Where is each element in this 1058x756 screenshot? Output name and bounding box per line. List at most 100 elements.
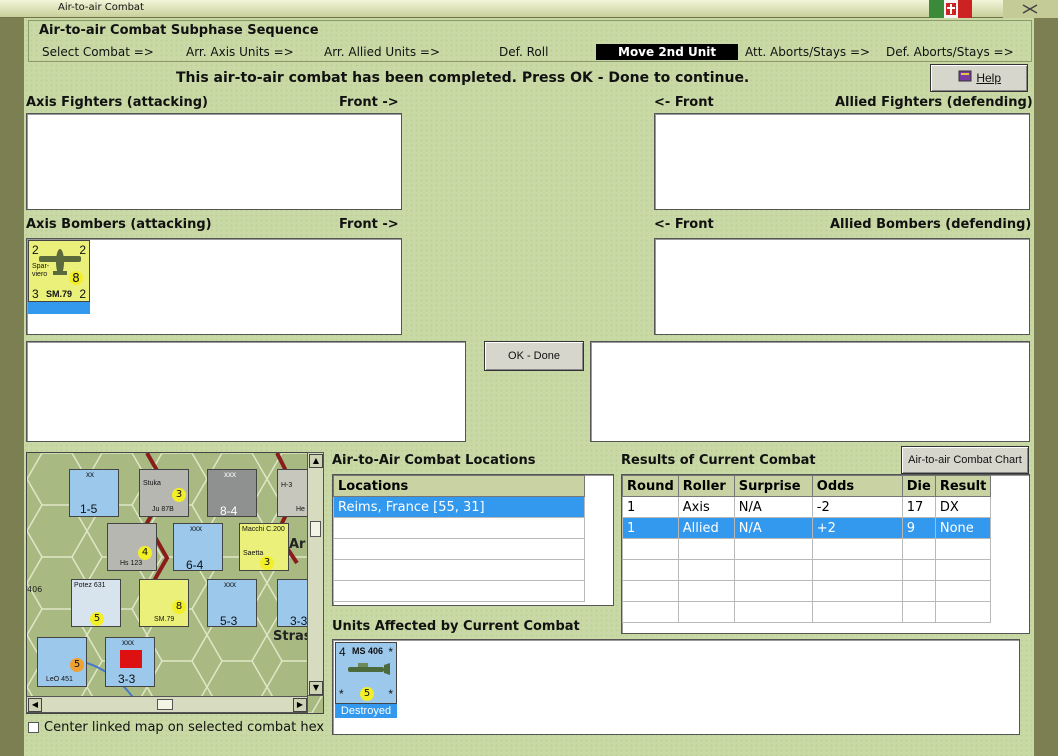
location-row[interactable] — [333, 559, 585, 581]
result-row[interactable]: 1 Allied N/A +2 9 None — [622, 517, 992, 539]
map-vertical-scrollbar[interactable]: ▲ ▼ — [307, 452, 324, 696]
allied-fighters-box[interactable] — [654, 113, 1030, 210]
step-def-roll: Def. Roll — [499, 45, 549, 59]
linked-map[interactable]: xx 1-5 Stuka 3 Ju 87B xxx 8-4 H-3 He 111… — [26, 452, 324, 714]
step-move-2nd-unit: Move 2nd Unit — [596, 44, 739, 60]
ok-done-button[interactable]: OK - Done — [484, 341, 584, 371]
map-counter-name: Potez 631 — [74, 582, 106, 589]
map-counter-sm79[interactable]: 8 SM.79 — [139, 579, 189, 627]
vertical-scroll-thumb[interactable] — [310, 521, 321, 537]
location-row[interactable]: Reims, France [55, 31] — [333, 496, 585, 518]
locations-header: Locations — [333, 475, 585, 497]
location-row[interactable] — [333, 580, 585, 602]
window-controls[interactable] — [1003, 0, 1058, 18]
result-row[interactable] — [622, 601, 992, 623]
allied-bombers-box[interactable] — [654, 238, 1030, 335]
map-counter-model: LeO 451 — [46, 676, 73, 683]
affected-counter-ms406[interactable]: 4 MS 406 * * 5 * — [335, 642, 397, 704]
map-horizontal-scrollbar[interactable]: ◀ ▶ — [26, 696, 308, 713]
axis-info-box — [26, 341, 466, 442]
allied-bombers-front: <- Front — [654, 217, 714, 232]
result-cell — [901, 580, 936, 602]
help-button[interactable]: Help — [930, 64, 1028, 92]
map-counter-stuka[interactable]: Stuka 3 Ju 87B — [139, 469, 189, 517]
center-map-checkbox[interactable] — [28, 722, 39, 733]
map-counter-top: xx — [86, 470, 94, 479]
result-cell: 1 — [622, 517, 679, 539]
results-list[interactable]: Round Roller Surprise Odds Die Result 1A… — [621, 474, 1030, 634]
scroll-up-icon[interactable]: ▲ — [309, 454, 323, 468]
map-counter-corps-8-4[interactable]: xxx 8-4 — [207, 469, 257, 518]
locations-list[interactable]: Locations Reims, France [55, 31] — [332, 474, 614, 606]
result-cell — [811, 601, 903, 623]
counter-tl: 4 — [339, 645, 346, 659]
map-counter-corps-5-3[interactable]: xxx 5-3 — [207, 579, 257, 628]
step-att-aborts: Att. Aborts/Stays => — [745, 45, 871, 59]
book-icon — [957, 66, 973, 92]
map-counter-cav[interactable]: xx 1-5 — [69, 469, 119, 517]
map-counter-dot: 5 — [70, 658, 84, 672]
counter-model: MS 406 — [352, 646, 384, 656]
map-counter-macchi[interactable]: Macchi C.200 Saetta 3 — [239, 523, 289, 571]
result-row[interactable] — [622, 559, 992, 581]
result-cell — [622, 559, 679, 581]
result-cell: None — [934, 517, 992, 539]
result-row[interactable] — [622, 538, 992, 560]
counter-dot: 8 — [69, 271, 83, 285]
axis-bombers-box[interactable]: 2 2 Spar- viero 8 3 SM.79 2 — [26, 238, 402, 335]
result-cell — [811, 559, 903, 581]
locations-table: Locations Reims, France [55, 31] — [333, 475, 585, 602]
sequence-title: Air-to-air Combat Subphase Sequence — [39, 23, 319, 38]
map-counter-potez[interactable]: Potez 631 5 — [71, 579, 121, 627]
map-counter-value: 8-4 — [220, 504, 238, 518]
result-cell — [677, 559, 735, 581]
result-cell: DX — [934, 496, 992, 518]
status-message: This air-to-air combat has been complete… — [176, 70, 750, 86]
map-counter-mar-3-3[interactable]: xxx 3-3 — [105, 637, 155, 687]
location-cell — [333, 517, 585, 539]
result-row[interactable] — [622, 580, 992, 602]
map-counter-model: Hs 123 — [120, 560, 143, 567]
result-cell — [901, 601, 936, 623]
map-counter-top: xxx — [224, 470, 236, 479]
combat-dialog: Air-to-air Combat Subphase Sequence Sele… — [24, 18, 1034, 756]
result-row[interactable]: 1 Axis N/A -2 17 DX — [622, 496, 992, 518]
axis-fighters-label: Axis Fighters (attacking) — [26, 95, 208, 110]
map-counter-name: Stuka — [143, 480, 161, 487]
col-roller: Roller — [677, 475, 735, 497]
result-cell — [934, 538, 992, 560]
map-counter-hs123[interactable]: 4 Hs 123 — [107, 523, 157, 571]
col-odds: Odds — [811, 475, 903, 497]
bomber-counter-sm79[interactable]: 2 2 Spar- viero 8 3 SM.79 2 — [28, 240, 90, 302]
map-counter-dot: 3 — [260, 556, 274, 570]
map-counter-dot: 4 — [138, 546, 152, 560]
scroll-right-icon[interactable]: ▶ — [293, 698, 307, 712]
result-cell: N/A — [733, 496, 813, 518]
counter-bl: 3 — [32, 287, 39, 301]
result-cell: 1 — [622, 496, 679, 518]
allied-bombers-label: Allied Bombers (defending) — [830, 217, 1032, 232]
step-arr-allied-units: Arr. Allied Units => — [324, 45, 441, 59]
result-cell: +2 — [811, 517, 903, 539]
counter-br: * — [388, 687, 393, 701]
result-cell — [901, 538, 936, 560]
location-row[interactable] — [333, 517, 585, 539]
map-counter-dot: 8 — [172, 600, 186, 614]
result-cell: -2 — [811, 496, 903, 518]
map-counter-corps-6-4[interactable]: xxx 6-4 — [173, 523, 223, 572]
map-counter-top: xxx — [224, 580, 236, 589]
units-affected-box[interactable]: 4 MS 406 * * 5 * Destroyed — [332, 639, 1020, 735]
location-row[interactable] — [333, 538, 585, 560]
air-combat-chart-button[interactable]: Air-to-air Combat Chart — [901, 446, 1029, 474]
scroll-down-icon[interactable]: ▼ — [309, 681, 323, 695]
results-header-row: Round Roller Surprise Odds Die Result — [622, 475, 992, 497]
location-cell — [333, 580, 585, 602]
map-counter-leo451[interactable]: 5 LeO 451 — [37, 637, 87, 687]
result-cell: 17 — [901, 496, 936, 518]
result-cell — [733, 601, 813, 623]
map-counter-model: Ju 87B — [152, 506, 174, 513]
counter-br: 2 — [79, 287, 86, 301]
scroll-left-icon[interactable]: ◀ — [28, 698, 42, 712]
axis-fighters-box[interactable] — [26, 113, 402, 210]
horizontal-scroll-thumb[interactable] — [157, 699, 173, 710]
